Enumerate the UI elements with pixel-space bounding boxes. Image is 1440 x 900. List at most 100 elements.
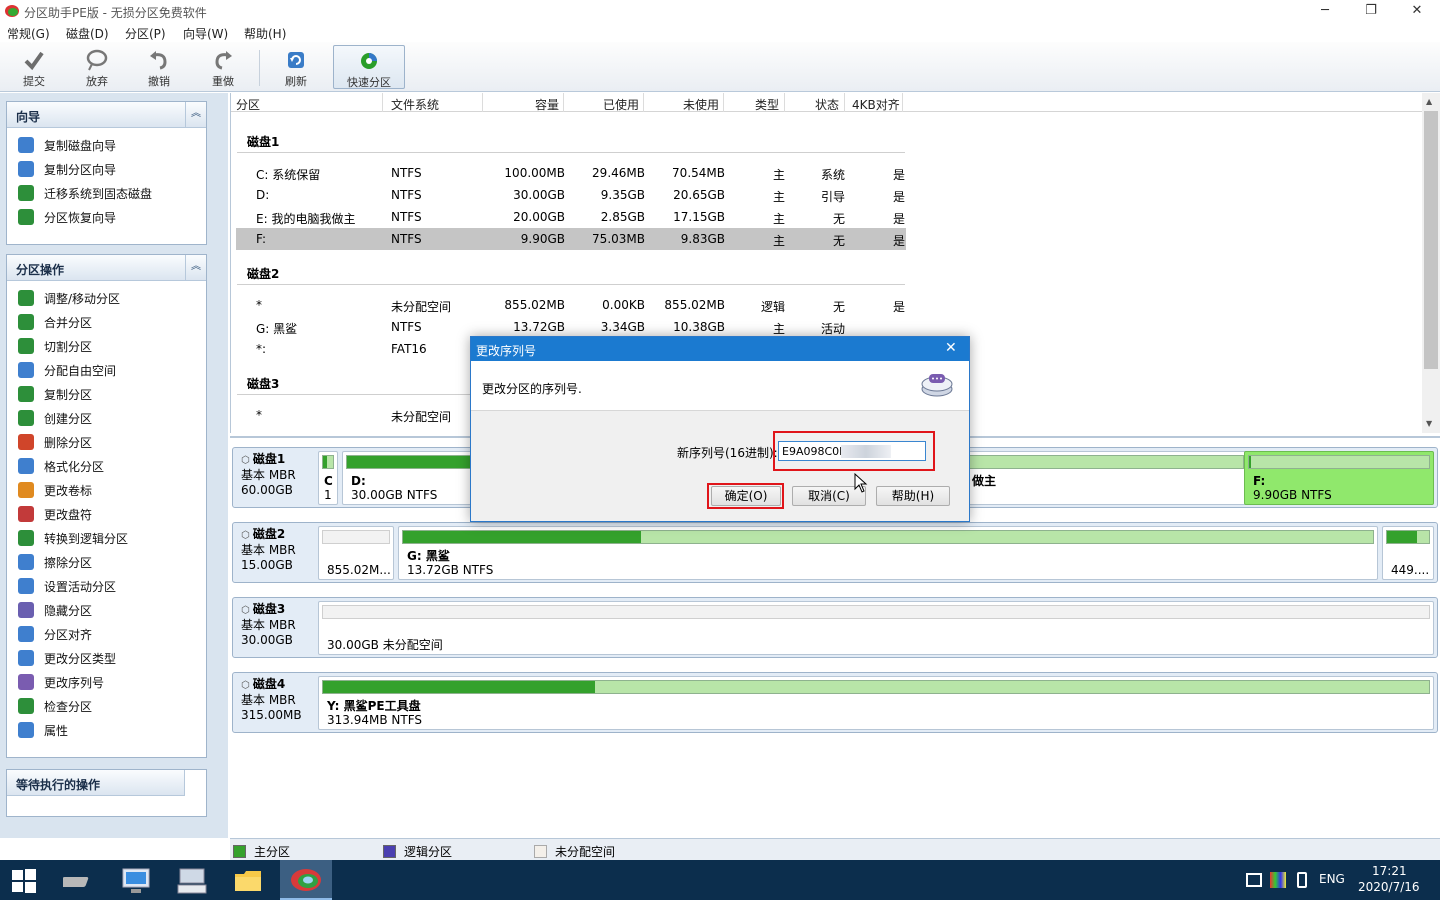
hide-icon bbox=[18, 602, 34, 618]
scroll-down-icon[interactable]: ▼ bbox=[1426, 419, 1432, 428]
redo-button[interactable]: 重做 bbox=[194, 45, 252, 89]
dialog-close-icon[interactable]: ✕ bbox=[945, 340, 957, 356]
taskbar-partition-assistant[interactable] bbox=[280, 860, 332, 900]
clock-time[interactable]: 17:21 bbox=[1372, 864, 1407, 878]
sidebar-item-change-serial[interactable]: 更改序列号 bbox=[7, 670, 206, 694]
disk2-info: ⬡ 磁盘2 基本 MBR 15.00GB bbox=[241, 527, 313, 573]
menu-wizard[interactable]: 向导(W) bbox=[183, 25, 228, 42]
input-language[interactable]: ENG bbox=[1319, 872, 1345, 886]
sidebar-item-change-drive-letter[interactable]: 更改盘符 bbox=[7, 502, 206, 526]
checkmark-icon bbox=[23, 49, 45, 71]
sidebar-item-label: 调整/移动分区 bbox=[44, 291, 121, 306]
cell-free: 855.02MB bbox=[664, 298, 725, 312]
start-button[interactable] bbox=[0, 864, 48, 898]
sidebar-item-copy-partition-wizard[interactable]: 复制分区向导 bbox=[7, 157, 206, 181]
collapse-wizard-button[interactable]: ︽ bbox=[185, 102, 206, 128]
sidebar-item-split[interactable]: 切割分区 bbox=[7, 334, 206, 358]
battery-icon[interactable] bbox=[1297, 872, 1307, 888]
sidebar-item-copy-disk-wizard[interactable]: 复制磁盘向导 bbox=[7, 133, 206, 157]
sidebar-item-align[interactable]: 分区对齐 bbox=[7, 622, 206, 646]
commit-button[interactable]: 提交 bbox=[5, 45, 63, 89]
partition-e-label: 做主 bbox=[972, 474, 997, 488]
sidebar-item-set-active[interactable]: 设置活动分区 bbox=[7, 574, 206, 598]
disk1-partition-f[interactable]: F: 9.90GB NTFS bbox=[1244, 451, 1434, 505]
minimize-button[interactable]: ─ bbox=[1302, 0, 1348, 22]
wizard-panel: 向导 ︽ 复制磁盘向导 复制分区向导 迁移系统到固态磁盘 分区恢复向导 bbox=[6, 101, 207, 245]
disk2-partition-last[interactable]: 449.... bbox=[1382, 526, 1434, 580]
sidebar-item-change-label[interactable]: 更改卷标 bbox=[7, 478, 206, 502]
sidebar-item-copy[interactable]: 复制分区 bbox=[7, 382, 206, 406]
disk2-unallocated[interactable]: 855.02M... bbox=[318, 526, 394, 580]
cell-status: 系统 bbox=[820, 168, 845, 182]
disk2-row[interactable]: ⬡ 磁盘2 基本 MBR 15.00GB 855.02M... G: 黑鲨 13… bbox=[232, 522, 1438, 583]
table-disk-heading: 磁盘1 bbox=[247, 135, 280, 149]
sidebar-item-create[interactable]: 创建分区 bbox=[7, 406, 206, 430]
undo-button[interactable]: 撤销 bbox=[130, 45, 188, 89]
dialog-header: 更改分区的序列号. bbox=[471, 361, 969, 411]
partition-g-sub: 13.72GB NTFS bbox=[407, 563, 494, 577]
table-row[interactable]: D: NTFS 30.00GB 9.35GB 20.65GB 主 引导 是 bbox=[236, 184, 906, 206]
table-row[interactable]: F: NTFS 9.90GB 75.03MB 9.83GB 主 无 是 bbox=[236, 228, 906, 250]
sidebar-item-change-type[interactable]: 更改分区类型 bbox=[7, 646, 206, 670]
dialog-description: 更改分区的序列号. bbox=[482, 382, 582, 396]
sidebar-item-check[interactable]: 检查分区 bbox=[7, 694, 206, 718]
menu-disk[interactable]: 磁盘(D) bbox=[66, 25, 109, 42]
table-row[interactable]: E: 我的电脑我做主 NTFS 20.00GB 2.85GB 17.15GB 主 无 是 bbox=[236, 206, 906, 228]
sidebar-item-merge[interactable]: 合并分区 bbox=[7, 310, 206, 334]
disk1-info: ⬡ 磁盘1 基本 MBR 60.00GB bbox=[241, 452, 313, 498]
sidebar-item-wipe[interactable]: 擦除分区 bbox=[7, 550, 206, 574]
disk3-size: 30.00GB bbox=[241, 633, 293, 647]
disk3-unallocated[interactable]: 30.00GB 未分配空间 bbox=[318, 601, 1434, 655]
table-row[interactable]: * 未分配空间 855.02MB 0.00KB 855.02MB 逻辑 无 是 bbox=[236, 294, 906, 316]
cell-type: 主 bbox=[772, 190, 785, 204]
taskbar-keyboard[interactable] bbox=[168, 864, 216, 898]
partition-assistant-icon bbox=[291, 869, 321, 891]
sidebar-item-format[interactable]: 格式化分区 bbox=[7, 454, 206, 478]
properties-icon bbox=[18, 722, 34, 738]
network-icon[interactable] bbox=[1246, 873, 1262, 887]
disk-separator bbox=[237, 152, 905, 153]
table-row[interactable]: C: 系统保留 NTFS 100.00MB 29.46MB 70.54MB 主 系统 是 bbox=[236, 162, 906, 184]
taskbar-computer[interactable] bbox=[112, 864, 160, 898]
cell-filesystem: NTFS bbox=[391, 210, 422, 224]
taskbar-disk-tool[interactable] bbox=[54, 864, 102, 898]
menu-general[interactable]: 常规(G) bbox=[7, 25, 50, 42]
refresh-button[interactable]: 刷新 bbox=[267, 45, 325, 89]
cell-partition: * bbox=[256, 298, 262, 312]
ok-button[interactable]: 确定(O) bbox=[711, 486, 781, 506]
usage-bar bbox=[1386, 530, 1430, 544]
table-scrollbar[interactable]: ▲ ▼ bbox=[1422, 93, 1440, 433]
scroll-up-icon[interactable]: ▲ bbox=[1426, 97, 1432, 106]
sidebar-item-convert-to-logical[interactable]: 转换到逻辑分区 bbox=[7, 526, 206, 550]
quick-partition-button[interactable]: 快速分区 bbox=[333, 45, 405, 89]
scroll-thumb[interactable] bbox=[1424, 111, 1438, 369]
sidebar-item-resize-move[interactable]: 调整/移动分区 bbox=[7, 286, 206, 310]
collapse-operations-button[interactable]: ︽ bbox=[185, 255, 206, 281]
clock-date[interactable]: 2020/7/16 bbox=[1358, 880, 1420, 894]
sidebar-item-partition-recovery-wizard[interactable]: 分区恢复向导 bbox=[7, 205, 206, 229]
discard-button[interactable]: 放弃 bbox=[68, 45, 126, 89]
sidebar-item-allocate-free-space[interactable]: 分配自由空间 bbox=[7, 358, 206, 382]
sidebar-item-migrate-os-to-ssd[interactable]: 迁移系统到固态磁盘 bbox=[7, 181, 206, 205]
taskbar-file-explorer[interactable] bbox=[224, 864, 272, 898]
legend-unallocated: 未分配空间 bbox=[534, 843, 615, 860]
serial-input[interactable]: E9A098C0E bbox=[778, 441, 926, 461]
close-window-button[interactable]: ✕ bbox=[1394, 0, 1440, 22]
sidebar-item-properties[interactable]: 属性 bbox=[7, 718, 206, 742]
disk3-sub: 30.00GB 未分配空间 bbox=[327, 638, 443, 652]
restore-button[interactable]: ❐ bbox=[1348, 0, 1394, 22]
color-icon[interactable] bbox=[1270, 872, 1286, 888]
sidebar-item-hide[interactable]: 隐藏分区 bbox=[7, 598, 206, 622]
table-row[interactable]: G: 黑鲨 NTFS 13.72GB 3.34GB 10.38GB 主 活动 bbox=[236, 316, 906, 338]
cell-free: 20.65GB bbox=[673, 188, 725, 202]
menu-partition[interactable]: 分区(P) bbox=[125, 25, 166, 42]
disk4-partition-y[interactable]: Y: 黑鲨PE工具盘 313.94MB NTFS bbox=[318, 676, 1434, 730]
menu-help[interactable]: 帮助(H) bbox=[244, 25, 286, 42]
help-button[interactable]: 帮助(H) bbox=[876, 486, 950, 506]
disk1-partition-c[interactable]: C 1 bbox=[318, 451, 338, 505]
sidebar-item-label: 更改卷标 bbox=[44, 483, 93, 498]
disk3-row[interactable]: ⬡ 磁盘3 基本 MBR 30.00GB 30.00GB 未分配空间 bbox=[232, 597, 1438, 658]
sidebar-item-delete[interactable]: 删除分区 bbox=[7, 430, 206, 454]
disk4-row[interactable]: ⬡ 磁盘4 基本 MBR 315.00MB Y: 黑鲨PE工具盘 313.94M… bbox=[232, 672, 1438, 733]
disk2-partition-g[interactable]: G: 黑鲨 13.72GB NTFS bbox=[398, 526, 1378, 580]
